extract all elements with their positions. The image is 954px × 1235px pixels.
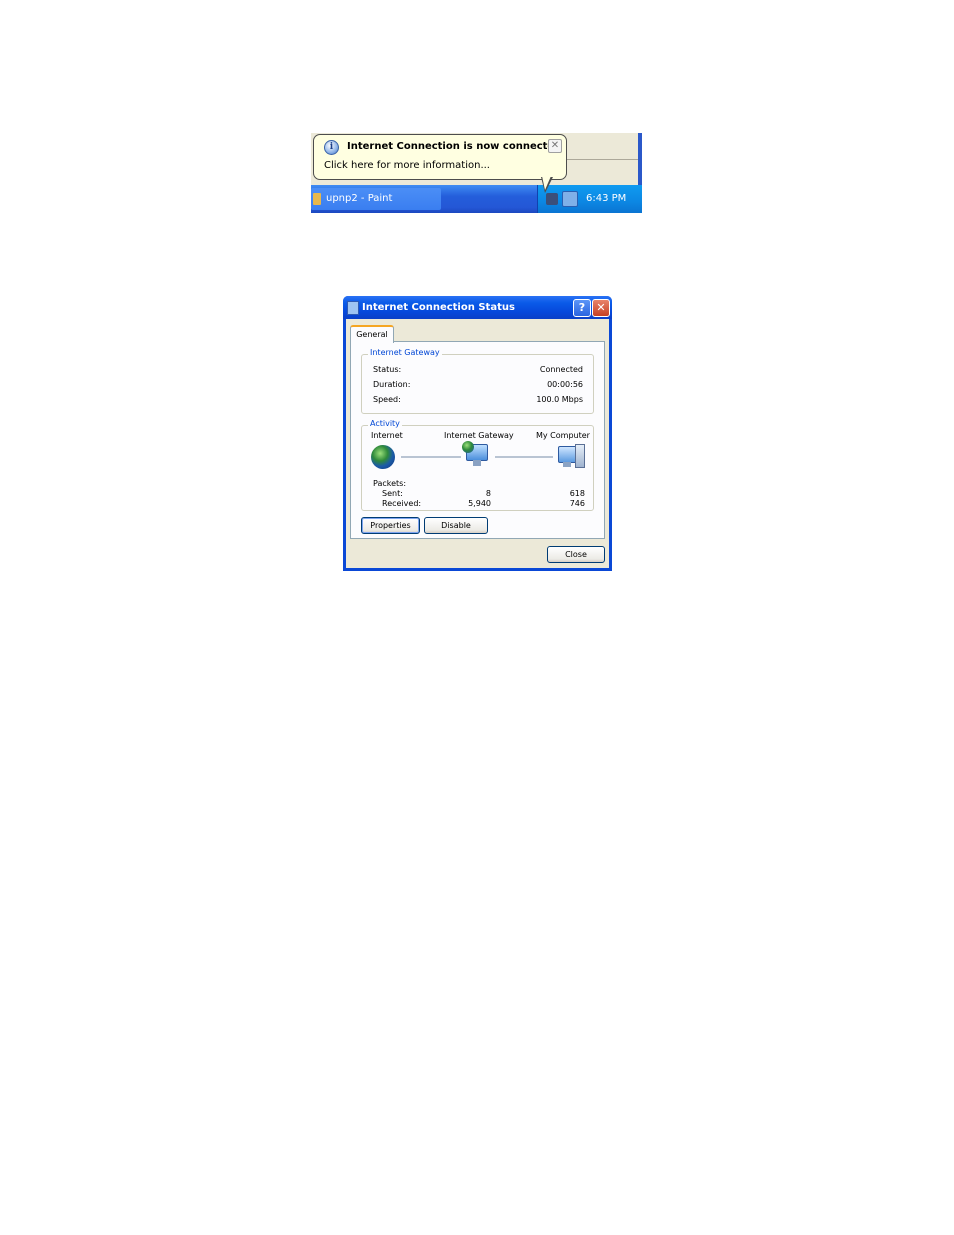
received-label: Received: [382,499,422,508]
connection-line-computer [495,456,553,458]
group-legend-gateway: Internet Gateway [368,348,442,357]
gateway-sent-value: 8 [485,489,491,498]
sent-label: Sent: [382,489,403,498]
speed-value: 100.0 Mbps [536,395,583,404]
paint-icon [313,193,321,205]
close-button[interactable]: Close [547,546,605,563]
dialog-body: General Internet Gateway Status: Connect… [346,319,609,568]
properties-button[interactable]: Properties [361,517,420,534]
notification-balloon[interactable]: i Internet Connection is now connected C… [313,134,567,180]
group-legend-activity: Activity [368,419,402,428]
taskbar-button-label: upnp2 - Paint [326,193,393,204]
tray-clock[interactable]: 6:43 PM [586,185,626,213]
activity-group: Activity Internet Internet Gateway My Co… [361,419,594,511]
taskbar-screenshot: upnp2 - Paint 6:43 PM i Internet Connect… [311,133,642,213]
close-window-button[interactable]: ✕ [592,299,610,317]
balloon-title: Internet Connection is now connected [347,141,562,152]
column-internet: Internet [371,431,403,440]
internet-gateway-group: Internet Gateway Status: Connected Durat… [361,348,594,414]
window-edge [638,133,642,185]
taskbar-button-paint[interactable]: upnp2 - Paint [311,188,441,210]
status-value: Connected [539,365,583,374]
tab-general[interactable]: General [350,325,394,343]
network-connection-icon[interactable] [562,191,578,207]
network-icon [347,301,359,315]
duration-label: Duration: [373,380,411,389]
disable-button[interactable]: Disable [424,517,488,534]
connection-line-internet [401,456,461,458]
dialog-title: Internet Connection Status [362,302,515,313]
computer-sent-value: 618 [569,489,585,498]
balloon-tail-fill [542,176,551,190]
packets-label: Packets: [373,479,407,488]
internet-gateway-icon [462,441,488,466]
column-internet-gateway: Internet Gateway [444,431,514,440]
tray-app-icon[interactable] [546,193,558,205]
dialog-titlebar[interactable]: Internet Connection Status ? ✕ [343,296,612,319]
internet-globe-icon [371,445,395,469]
connection-status-dialog: Internet Connection Status ? ✕ General I… [343,296,612,571]
help-button[interactable]: ? [573,299,591,317]
balloon-message[interactable]: Click here for more information... [324,160,490,171]
column-my-computer: My Computer [536,431,590,440]
balloon-close-icon[interactable]: ✕ [548,139,562,153]
gateway-received-value: 5,940 [468,499,491,508]
general-tab-panel: Internet Gateway Status: Connected Durat… [350,341,605,539]
info-icon: i [324,140,339,155]
duration-value: 00:00:56 [547,380,583,389]
status-label: Status: [373,365,402,374]
speed-label: Speed: [373,395,401,404]
computer-received-value: 746 [569,499,585,508]
my-computer-icon [558,444,585,468]
